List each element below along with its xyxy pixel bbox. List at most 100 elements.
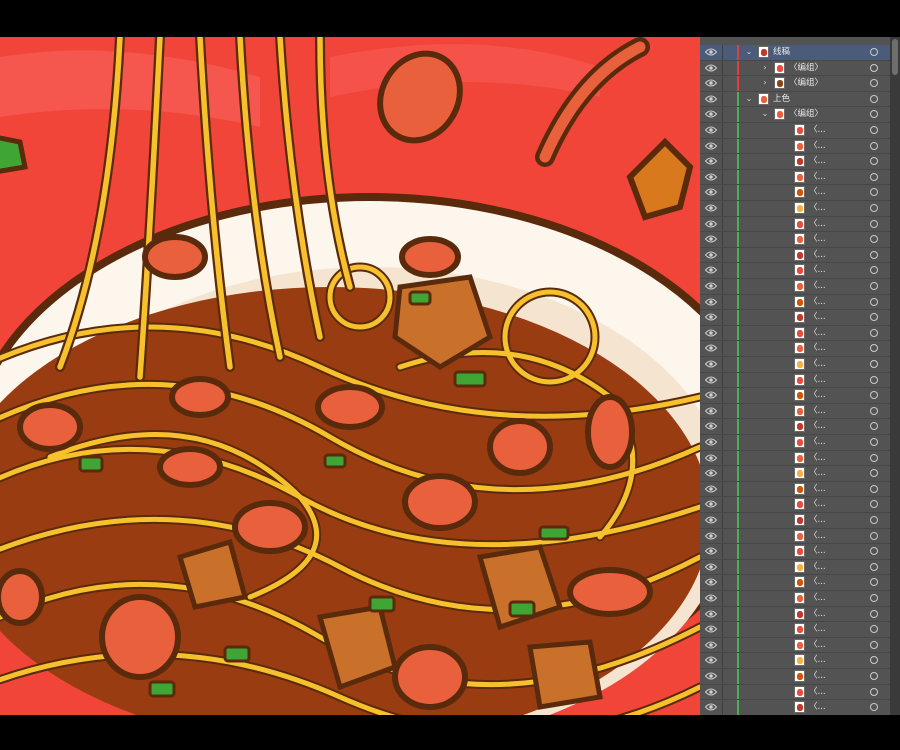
layer-row[interactable]: 〈...	[700, 684, 890, 701]
target-circle-icon[interactable]	[870, 453, 878, 462]
target-circle-icon[interactable]	[870, 516, 878, 524]
layer-row[interactable]: 〈...	[700, 637, 890, 654]
layer-row[interactable]: 〈...	[700, 263, 890, 279]
eye-icon[interactable]	[705, 610, 717, 618]
eye-icon[interactable]	[705, 95, 717, 103]
layer-name[interactable]: 上色	[773, 92, 790, 107]
layer-name[interactable]: 〈...	[809, 685, 826, 700]
layer-row[interactable]: 〈...	[700, 325, 890, 342]
layer-row[interactable]: 〈...	[700, 138, 890, 155]
target-circle-icon[interactable]	[870, 297, 878, 306]
eye-icon[interactable]	[705, 438, 717, 446]
layer-name[interactable]: 〈...	[809, 217, 826, 232]
eye-icon[interactable]	[705, 344, 717, 352]
layer-name[interactable]: 〈...	[809, 263, 826, 278]
layer-row[interactable]: 〈...	[700, 481, 890, 498]
layer-name[interactable]: 〈...	[809, 482, 826, 497]
eye-icon[interactable]	[705, 594, 717, 602]
layer-name[interactable]: 〈...	[809, 529, 826, 544]
target-circle-icon[interactable]	[870, 531, 878, 540]
eye-icon[interactable]	[705, 266, 717, 274]
target-circle-icon[interactable]	[870, 656, 878, 665]
layer-row[interactable]: 〈...	[700, 279, 890, 295]
layer-name[interactable]: 〈...	[809, 544, 826, 559]
layer-row[interactable]: 〈...	[700, 403, 890, 420]
target-circle-icon[interactable]	[870, 266, 878, 275]
layer-row[interactable]: 〈...	[700, 497, 890, 513]
eye-icon[interactable]	[705, 313, 717, 321]
eye-icon[interactable]	[705, 48, 717, 56]
eye-icon[interactable]	[705, 641, 717, 649]
target-circle-icon[interactable]	[870, 609, 878, 618]
layer-row[interactable]: 〈...	[700, 294, 890, 311]
layer-name[interactable]: 〈...	[809, 513, 826, 528]
layer-name[interactable]: 〈...	[809, 497, 826, 512]
layer-name[interactable]: 〈...	[809, 466, 826, 481]
chevron-right-icon[interactable]: ›	[760, 63, 770, 73]
target-circle-icon[interactable]	[870, 235, 878, 244]
target-circle-icon[interactable]	[870, 469, 878, 478]
layer-row[interactable]: 〈...	[700, 341, 890, 357]
layer-row[interactable]: 〈...	[700, 435, 890, 451]
target-circle-icon[interactable]	[870, 562, 878, 571]
eye-icon[interactable]	[705, 672, 717, 680]
target-circle-icon[interactable]	[870, 484, 878, 493]
eye-icon[interactable]	[705, 173, 717, 181]
target-circle-icon[interactable]	[870, 640, 878, 649]
target-circle-icon[interactable]	[870, 578, 878, 587]
target-circle-icon[interactable]	[870, 141, 878, 150]
eye-icon[interactable]	[705, 563, 717, 571]
eye-icon[interactable]	[705, 360, 717, 368]
target-circle-icon[interactable]	[870, 328, 878, 337]
eye-icon[interactable]	[705, 64, 717, 72]
target-circle-icon[interactable]	[870, 110, 878, 119]
layer-name[interactable]: 〈...	[809, 185, 826, 200]
target-circle-icon[interactable]	[870, 500, 878, 509]
target-circle-icon[interactable]	[870, 422, 878, 431]
eye-icon[interactable]	[705, 79, 717, 87]
layer-row[interactable]: 〈...	[700, 669, 890, 685]
layers-panel[interactable]: ⌄ 线稿 › 〈编组〉 › 〈编组〉 ⌄ 上色 ⌄ 〈编组〉 〈... 〈... 〈... 〈... 〈..…	[700, 37, 900, 715]
eye-icon[interactable]	[705, 516, 717, 524]
layer-row[interactable]: 〈...	[700, 388, 890, 404]
target-circle-icon[interactable]	[870, 313, 878, 322]
layer-row[interactable]: 〈...	[700, 247, 890, 264]
layer-row[interactable]: 〈...	[700, 201, 890, 217]
layer-name[interactable]: 〈...	[809, 622, 826, 637]
target-circle-icon[interactable]	[870, 687, 878, 696]
layer-row[interactable]: 〈...	[700, 169, 890, 186]
layer-name[interactable]: 〈编组〉	[789, 76, 823, 91]
layer-row[interactable]: 〈...	[700, 575, 890, 591]
layer-name[interactable]: 〈...	[809, 326, 826, 341]
layer-row[interactable]: 〈...	[700, 419, 890, 435]
eye-icon[interactable]	[705, 485, 717, 493]
layer-name[interactable]: 〈...	[809, 700, 826, 715]
eye-icon[interactable]	[705, 329, 717, 337]
layer-name[interactable]: 线稿	[773, 45, 790, 60]
layer-row[interactable]: 〈...	[700, 310, 890, 326]
layers-scrollbar[interactable]	[890, 37, 900, 715]
eye-icon[interactable]	[705, 703, 717, 711]
layer-name[interactable]: 〈...	[809, 560, 826, 575]
layer-name[interactable]: 〈编组〉	[789, 107, 823, 122]
artboard-canvas[interactable]	[0, 37, 700, 715]
layer-row[interactable]: 〈...	[700, 216, 890, 233]
layer-row[interactable]: › 〈编组〉	[700, 60, 890, 77]
chevron-down-icon[interactable]: ⌄	[744, 94, 754, 104]
target-circle-icon[interactable]	[870, 126, 878, 134]
layer-row[interactable]: ⌄ 上色	[700, 91, 890, 108]
target-circle-icon[interactable]	[870, 188, 878, 197]
layer-name[interactable]: 〈...	[809, 154, 826, 169]
layer-row[interactable]: 〈...	[700, 154, 890, 170]
layer-name[interactable]: 〈...	[809, 357, 826, 372]
eye-icon[interactable]	[705, 235, 717, 243]
target-circle-icon[interactable]	[870, 703, 878, 712]
eye-icon[interactable]	[705, 454, 717, 462]
target-circle-icon[interactable]	[870, 360, 878, 368]
layer-row[interactable]: 〈...	[700, 606, 890, 623]
target-circle-icon[interactable]	[870, 79, 878, 88]
target-circle-icon[interactable]	[870, 250, 878, 259]
layer-row[interactable]: ⌄ 线稿	[700, 45, 890, 61]
target-circle-icon[interactable]	[870, 375, 878, 384]
eye-icon[interactable]	[705, 110, 717, 118]
